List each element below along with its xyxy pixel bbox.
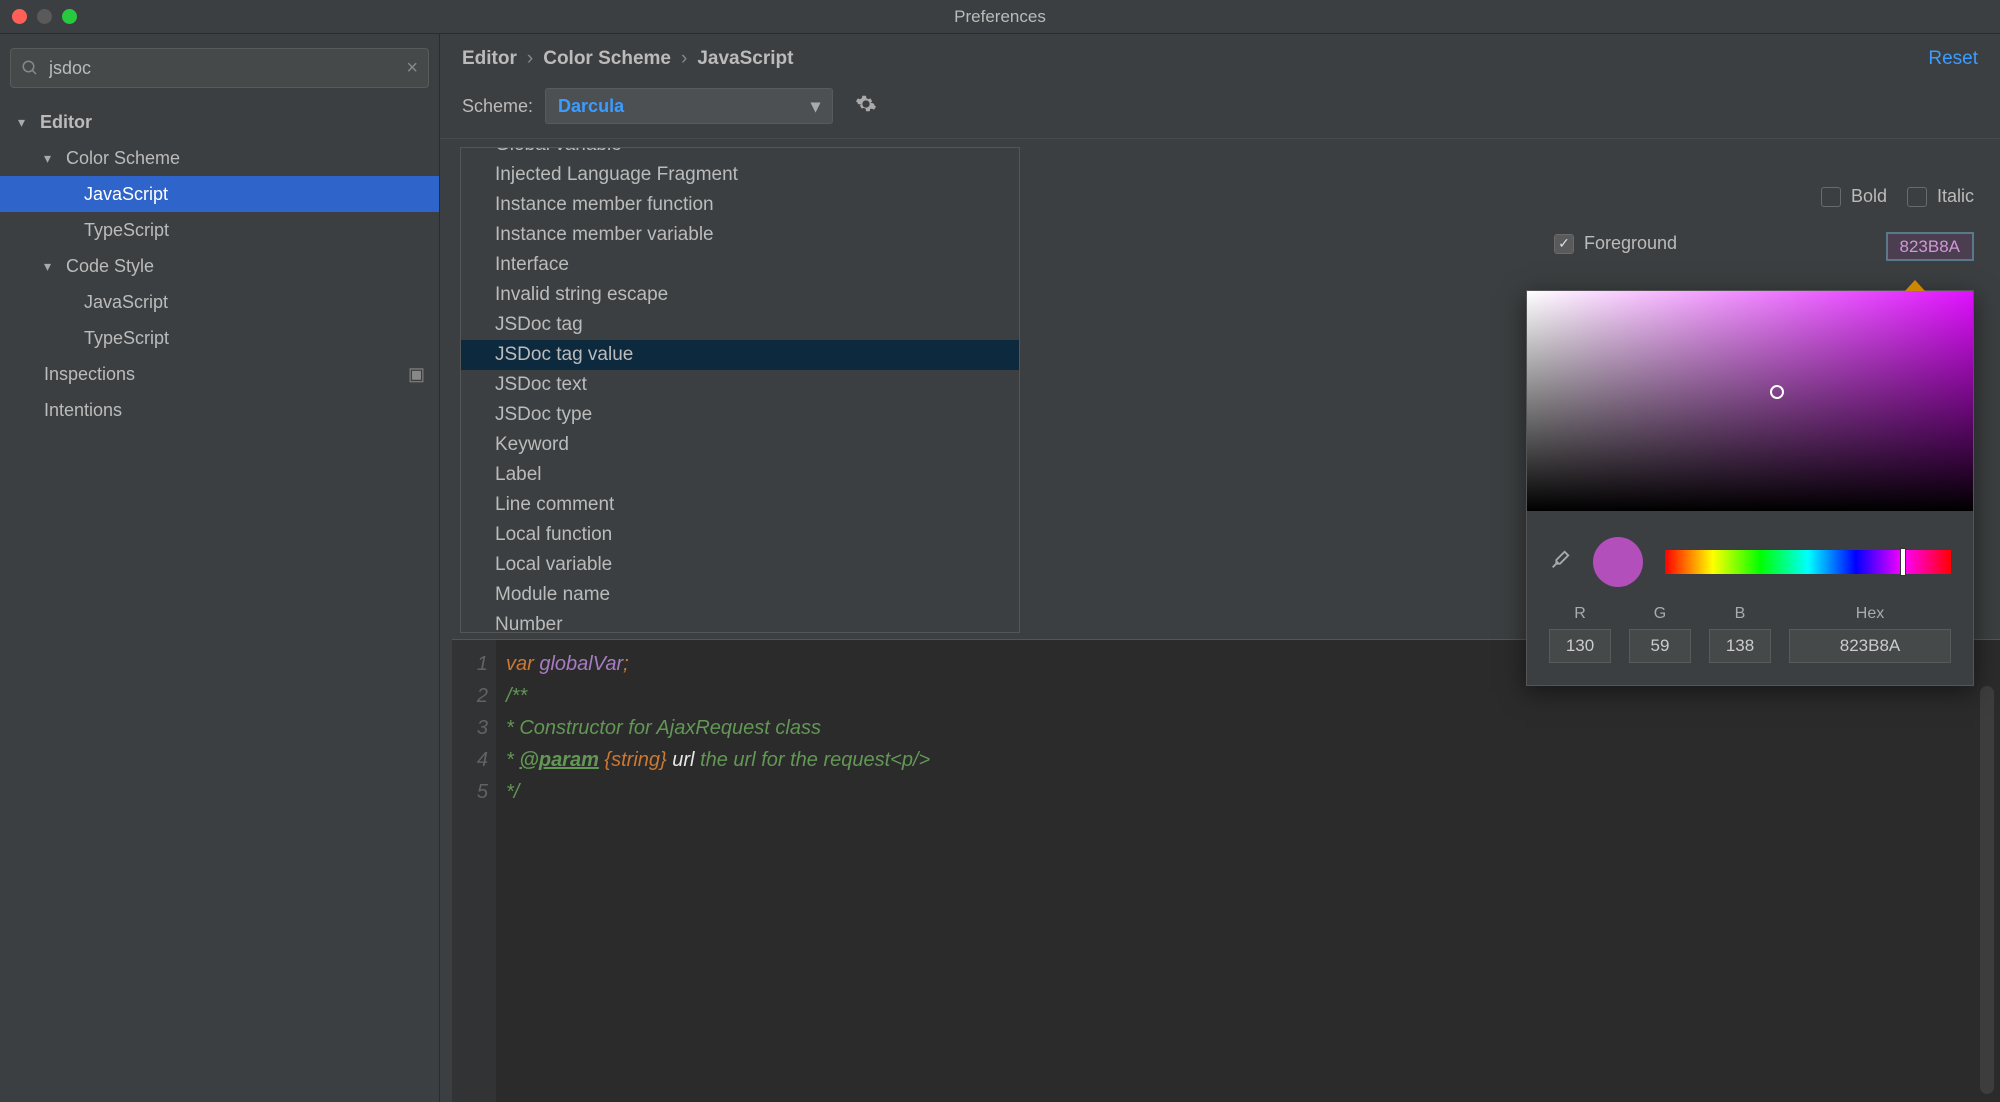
editor-scrollbar[interactable] — [1980, 686, 1994, 1094]
token-row[interactable]: Local variable — [461, 550, 1019, 580]
token-row[interactable]: Line comment — [461, 490, 1019, 520]
token-row[interactable]: JSDoc text — [461, 370, 1019, 400]
saturation-field[interactable] — [1527, 291, 1973, 511]
main-panel: Editor › Color Scheme › JavaScript Reset… — [440, 34, 2000, 1102]
token-row[interactable]: JSDoc tag value — [461, 340, 1019, 370]
tree-editor[interactable]: Editor — [0, 104, 439, 140]
chevron-down-icon: ▾ — [811, 96, 820, 117]
italic-checkbox[interactable]: Italic — [1907, 186, 1974, 207]
search-clear-icon[interactable]: × — [406, 57, 418, 80]
bold-checkbox[interactable]: Bold — [1821, 186, 1887, 207]
tree-color-scheme[interactable]: Color Scheme — [0, 140, 439, 176]
titlebar: Preferences — [0, 0, 2000, 34]
settings-tree: Editor Color Scheme JavaScript TypeScrip… — [0, 98, 439, 1102]
foreground-checkbox[interactable]: Foreground — [1554, 233, 1677, 254]
hue-cursor[interactable] — [1900, 548, 1906, 576]
token-row[interactable]: Global variable — [461, 147, 1019, 160]
scheme-select[interactable]: Darcula ▾ — [545, 88, 833, 124]
tree-typescript-csy[interactable]: TypeScript — [0, 320, 439, 356]
tree-javascript-csy[interactable]: JavaScript — [0, 284, 439, 320]
overlay-icon: ▣ — [408, 364, 425, 385]
search-icon — [21, 59, 39, 77]
window-controls — [0, 9, 77, 24]
reset-button[interactable]: Reset — [1928, 48, 1978, 70]
token-row[interactable]: Injected Language Fragment — [461, 160, 1019, 190]
g-input[interactable] — [1629, 629, 1691, 663]
search-input[interactable] — [49, 58, 406, 79]
foreground-swatch[interactable]: 823B8A — [1886, 237, 1975, 257]
search-box: × — [10, 48, 429, 88]
token-row[interactable]: Module name — [461, 580, 1019, 610]
hue-slider[interactable] — [1665, 550, 1951, 574]
breadcrumb-javascript: JavaScript — [697, 48, 793, 70]
color-swatch-circle — [1593, 537, 1643, 587]
g-input-col: G — [1629, 605, 1691, 663]
token-row[interactable]: Instance member variable — [461, 220, 1019, 250]
token-row[interactable]: Number — [461, 610, 1019, 633]
code-body: var globalVar; /** * Constructor for Aja… — [496, 640, 930, 1102]
saturation-cursor[interactable] — [1770, 385, 1784, 399]
font-properties: Bold Italic Foreground 823B8A — [1554, 186, 1974, 260]
r-input[interactable] — [1549, 629, 1611, 663]
token-row[interactable]: Keyword — [461, 430, 1019, 460]
token-row[interactable]: JSDoc type — [461, 400, 1019, 430]
minimize-window-button[interactable] — [37, 9, 52, 24]
tree-intentions[interactable]: Intentions — [0, 392, 439, 428]
foreground-row: Foreground 823B8A — [1554, 233, 1974, 260]
eyedropper-icon[interactable] — [1549, 549, 1571, 576]
scheme-row: Scheme: Darcula ▾ — [440, 70, 2000, 139]
tree-code-style[interactable]: Code Style — [0, 248, 439, 284]
r-input-col: R — [1549, 605, 1611, 663]
token-row[interactable]: JSDoc tag — [461, 310, 1019, 340]
token-row[interactable]: Interface — [461, 250, 1019, 280]
code-preview: 12345 var globalVar; /** * Constructor f… — [452, 639, 2000, 1102]
tree-typescript-cs[interactable]: TypeScript — [0, 212, 439, 248]
gear-icon[interactable] — [855, 93, 877, 120]
gutter: 12345 — [452, 640, 496, 1102]
tree-javascript-cs[interactable]: JavaScript — [0, 176, 439, 212]
b-input[interactable] — [1709, 629, 1771, 663]
color-picker: R G B Hex — [1526, 290, 1974, 686]
breadcrumb: Editor › Color Scheme › JavaScript Reset — [440, 34, 2000, 70]
hex-input[interactable] — [1789, 629, 1951, 663]
tree-inspections[interactable]: Inspections▣ — [0, 356, 439, 392]
breadcrumb-editor[interactable]: Editor — [462, 48, 517, 70]
token-list[interactable]: Global variableInjected Language Fragmen… — [460, 147, 1020, 633]
sidebar: × Editor Color Scheme JavaScript TypeScr… — [0, 34, 440, 1102]
token-row[interactable]: Local function — [461, 520, 1019, 550]
token-row[interactable]: Invalid string escape — [461, 280, 1019, 310]
close-window-button[interactable] — [12, 9, 27, 24]
breadcrumb-color-scheme[interactable]: Color Scheme — [543, 48, 671, 70]
window-title: Preferences — [954, 7, 1046, 27]
token-row[interactable]: Label — [461, 460, 1019, 490]
token-row[interactable]: Instance member function — [461, 190, 1019, 220]
zoom-window-button[interactable] — [62, 9, 77, 24]
b-input-col: B — [1709, 605, 1771, 663]
scheme-label: Scheme: — [462, 96, 533, 117]
hex-input-col: Hex — [1789, 605, 1951, 663]
